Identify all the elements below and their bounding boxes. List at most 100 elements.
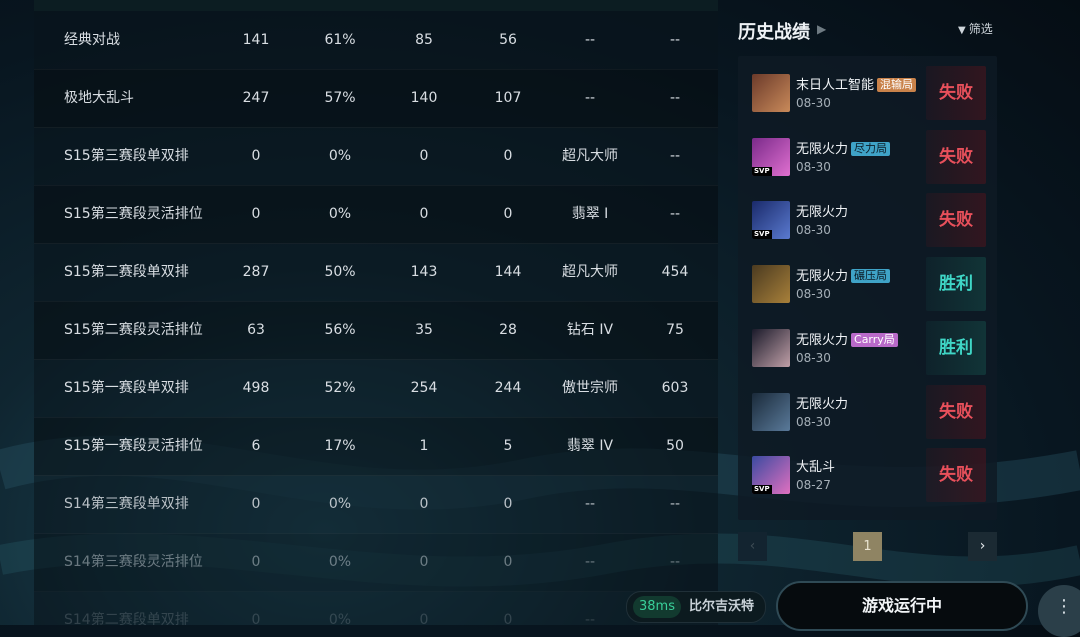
table-header bbox=[34, 0, 718, 11]
queue-name: S14第二赛段单双排 bbox=[64, 612, 189, 625]
queue-name: S15第一赛段单双排 bbox=[64, 380, 189, 396]
stat-cell-c3: 0 bbox=[419, 554, 429, 570]
match-result: 胜利 bbox=[926, 257, 986, 312]
stat-cell-c5: -- bbox=[584, 496, 596, 512]
stat-cell-c6: -- bbox=[669, 206, 681, 222]
history-expand-icon[interactable]: ▶ bbox=[817, 22, 826, 36]
stat-cell-c4: 244 bbox=[494, 380, 522, 396]
stat-cell-c1: 6 bbox=[251, 438, 261, 454]
stat-cell-c3: 85 bbox=[415, 32, 433, 48]
table-row: S15第一赛段灵活排位 6 17% 1 5 翡翠 IV 50 bbox=[34, 417, 718, 476]
ping-badge: 38ms bbox=[633, 596, 681, 618]
game-mode: 无限火力 bbox=[796, 201, 848, 220]
filter-label: 筛选 bbox=[968, 22, 993, 36]
stat-cell-c3: 0 bbox=[419, 612, 429, 625]
page-number-button[interactable]: 1 bbox=[853, 532, 882, 561]
match-result: 失败 bbox=[926, 448, 986, 503]
match-item[interactable]: 末日人工智能 混输局 08-30 失败 bbox=[748, 66, 988, 120]
server-status[interactable]: 38ms 比尔吉沃特 bbox=[626, 591, 766, 623]
queue-name: S15第三赛段灵活排位 bbox=[64, 206, 203, 222]
stat-cell-c3: 0 bbox=[419, 206, 429, 222]
match-result: 失败 bbox=[926, 193, 986, 248]
stat-cell-c2: 52% bbox=[324, 380, 356, 396]
game-mode: 无限火力 bbox=[796, 393, 848, 412]
queue-name: S14第三赛段灵活排位 bbox=[64, 554, 203, 570]
match-result: 失败 bbox=[926, 66, 986, 120]
table-row: S14第二赛段单双排00%00---- bbox=[34, 591, 718, 625]
match-date: 08-27 bbox=[796, 478, 831, 493]
stat-cell-c2: 0% bbox=[328, 206, 352, 222]
svp-badge: SVP bbox=[752, 230, 772, 240]
game-mode: 无限火力 碾压局 bbox=[796, 265, 891, 285]
stat-cell-c2: 0% bbox=[328, 148, 352, 164]
stat-cell-c2: 0% bbox=[328, 496, 352, 512]
game-mode: 末日人工智能 混输局 bbox=[796, 74, 917, 93]
match-item[interactable]: SVP 大乱斗 08-27 失败 bbox=[748, 448, 988, 503]
history-title: 历史战绩 bbox=[738, 22, 810, 43]
stat-cell-c2: 0% bbox=[328, 554, 352, 570]
champion-avatar: SVP bbox=[752, 201, 790, 240]
match-item[interactable]: 无限火力 Carry局 08-30 胜利 bbox=[748, 320, 988, 375]
stat-cell-c5: -- bbox=[584, 554, 596, 570]
stat-cell-c5: 超凡大师 bbox=[562, 264, 618, 280]
champion-avatar bbox=[752, 74, 790, 112]
table-row: S15第二赛段单双排 287 50% 143 144 超凡大师 454 bbox=[34, 243, 718, 302]
stat-cell-c2: 17% bbox=[324, 438, 356, 454]
champion-avatar: SVP bbox=[752, 456, 790, 495]
match-date: 08-30 bbox=[796, 159, 831, 174]
match-date: 08-30 bbox=[796, 96, 831, 110]
more-options-button[interactable]: ⋮ bbox=[1038, 585, 1080, 637]
match-date: 08-30 bbox=[796, 223, 831, 238]
champion-avatar: SVP bbox=[752, 137, 790, 176]
game-mode-label: 无限火力 bbox=[796, 205, 849, 221]
stat-cell-c4: 0 bbox=[503, 496, 513, 512]
match-result: 胜利 bbox=[926, 320, 986, 375]
next-page-button[interactable]: › bbox=[968, 532, 997, 561]
match-item[interactable]: 无限火力 碾压局 08-30 胜利 bbox=[748, 257, 988, 312]
stat-cell-c4: 28 bbox=[499, 322, 517, 338]
stat-cell-c5: -- bbox=[584, 32, 596, 48]
svp-badge: SVP bbox=[752, 485, 772, 495]
table-row: S15第三赛段灵活排位 0 0% 0 0 翡翠 I -- bbox=[34, 185, 718, 244]
champion-avatar bbox=[752, 392, 790, 431]
game-running-button[interactable]: 游戏运行中 bbox=[776, 581, 1028, 631]
game-mode-label: 无限火力 bbox=[796, 396, 849, 412]
game-mode: 大乱斗 bbox=[796, 456, 835, 475]
stat-cell-c6: 454 bbox=[661, 264, 689, 280]
game-mode-label: 无限火力 bbox=[796, 269, 849, 285]
performance-tag: Carry局 bbox=[851, 332, 898, 347]
stat-cell-c6: 50 bbox=[666, 438, 684, 454]
stat-cell-c3: 140 bbox=[410, 90, 438, 106]
queue-name: 极地大乱斗 bbox=[64, 90, 134, 106]
stat-cell-c1: 0 bbox=[251, 554, 261, 570]
match-item[interactable]: 无限火力 08-30 失败 bbox=[748, 384, 988, 439]
filter-button[interactable]: ▼ 筛选 bbox=[958, 20, 993, 37]
stat-cell-c5: 翡翠 I bbox=[571, 206, 609, 222]
stat-cell-c6: -- bbox=[669, 32, 681, 48]
stat-cell-c1: 247 bbox=[242, 90, 270, 106]
table-row: 经典对战 141 61% 85 56 -- -- bbox=[34, 11, 718, 70]
performance-tag: 碾压局 bbox=[851, 269, 891, 284]
stat-cell-c2: 61% bbox=[324, 32, 356, 48]
server-name: 比尔吉沃特 bbox=[689, 599, 755, 614]
stat-cell-c4: 144 bbox=[494, 264, 522, 280]
stat-cell-c2: 57% bbox=[324, 90, 356, 106]
match-item[interactable]: SVP 无限火力 尽力局 08-30 失败 bbox=[748, 129, 988, 184]
game-mode: 无限火力 尽力局 bbox=[796, 138, 891, 157]
performance-tag: 混输局 bbox=[877, 78, 917, 92]
table-row: S14第三赛段灵活排位 0 0% 0 0 -- -- bbox=[34, 533, 718, 592]
stat-cell-c4: 0 bbox=[503, 148, 513, 164]
queue-name: 经典对战 bbox=[64, 32, 120, 48]
match-date: 08-30 bbox=[796, 287, 831, 302]
game-mode-label: 大乱斗 bbox=[796, 460, 836, 476]
stat-cell-c5: 傲世宗师 bbox=[562, 380, 618, 396]
performance-tag: 尽力局 bbox=[851, 141, 891, 156]
stat-cell-c3: 143 bbox=[410, 264, 438, 280]
stat-cell-c5: -- bbox=[584, 612, 596, 625]
stats-table: 经典对战 141 61% 85 56 -- -- 极地大乱斗 247 57% 140 107 -- -- S… bbox=[34, 0, 718, 625]
queue-name: S15第三赛段单双排 bbox=[64, 148, 189, 164]
match-item[interactable]: SVP 无限火力 08-30 失败 bbox=[748, 193, 988, 248]
match-date: 08-30 bbox=[796, 414, 831, 429]
stat-cell-c1: 0 bbox=[251, 206, 261, 222]
prev-page-button[interactable]: ‹ bbox=[738, 532, 767, 561]
